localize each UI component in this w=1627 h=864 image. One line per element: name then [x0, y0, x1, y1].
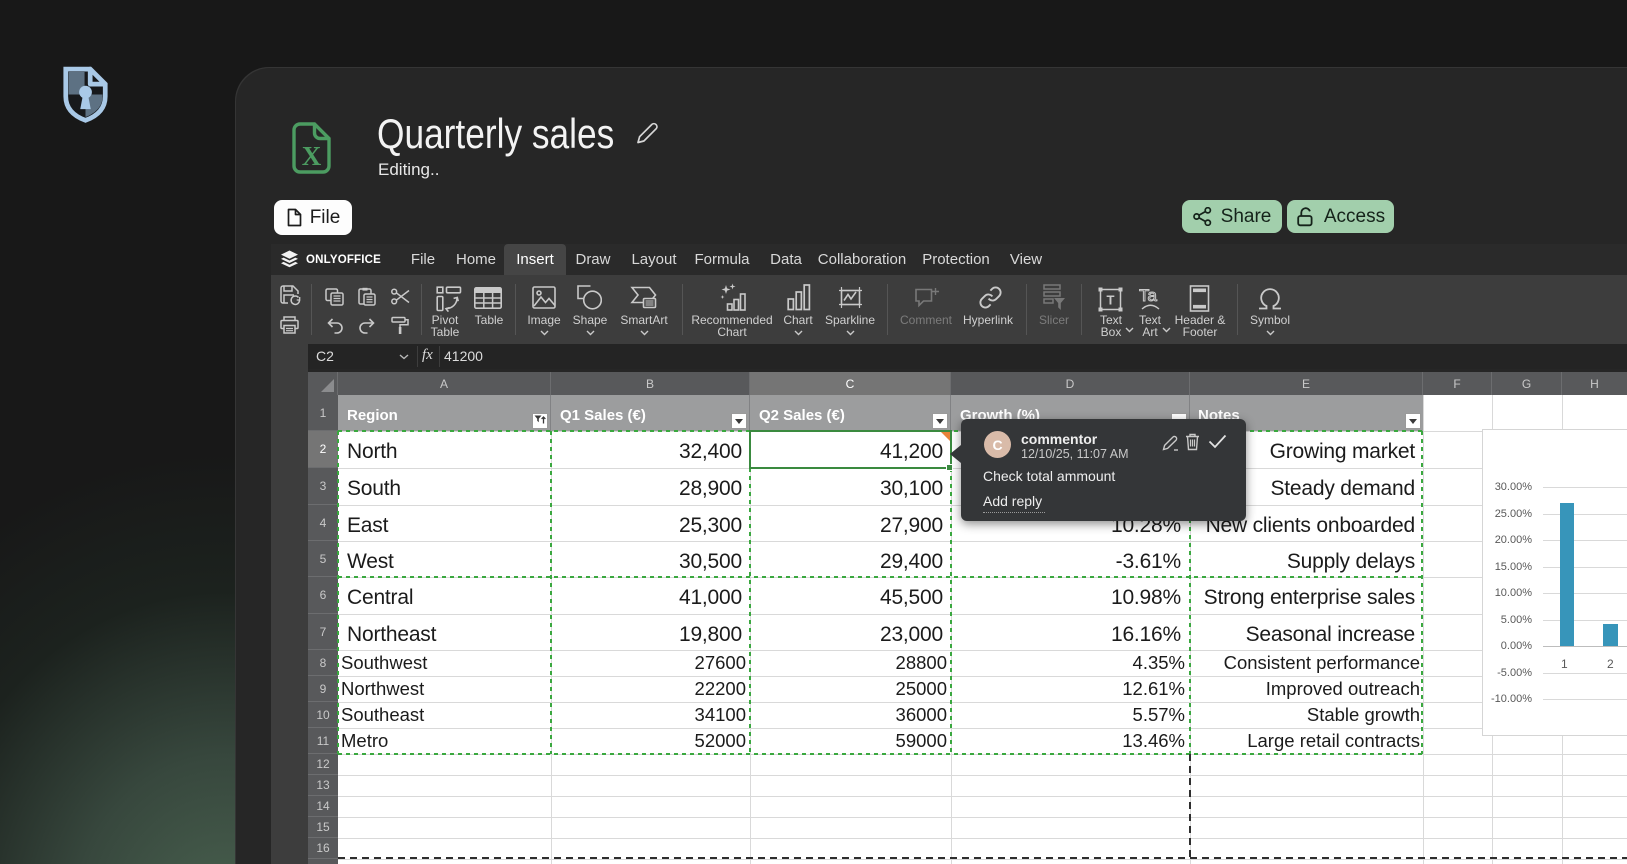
- svg-text:T: T: [1107, 293, 1115, 308]
- svg-text:Ta: Ta: [1139, 286, 1158, 305]
- svg-text:X: X: [302, 141, 322, 171]
